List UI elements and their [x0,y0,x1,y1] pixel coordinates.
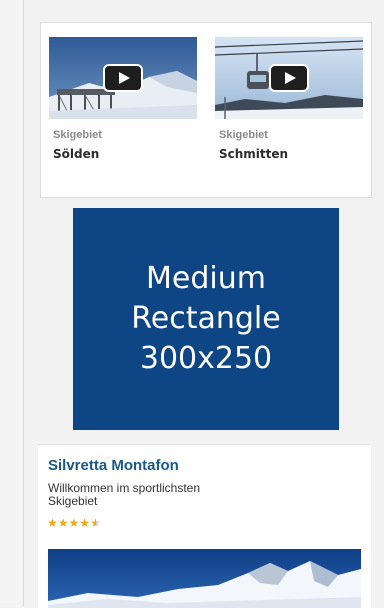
video-item-schmitten[interactable]: Skigebiet Schmitten [215,37,363,161]
ad-text-line: 300x250 [139,341,273,376]
resort-title[interactable]: Silvretta Montafon [48,457,179,474]
play-icon[interactable] [103,64,143,92]
video-item-soelden[interactable]: Skigebiet Sölden [49,37,197,161]
video-thumbnail[interactable] [49,37,197,119]
ad-medium-rectangle[interactable]: Medium Rectangle 300x250 [73,208,339,430]
left-margin [0,0,22,607]
video-category: Skigebiet [53,129,102,141]
star-icon: ★ [79,516,91,530]
star-icon: ★ [68,516,80,530]
video-title[interactable]: Schmitten [219,147,363,161]
video-card: Skigebiet Sölden Skigebiet Schmitten [40,22,372,198]
star-icon: ★ [47,516,58,530]
video-category: Skigebiet [219,129,268,141]
ad-text-line: Rectangle [131,301,281,336]
resort-listing[interactable]: Silvretta Montafon Willkommen im sportli… [38,444,371,608]
video-thumbnail[interactable] [215,37,363,119]
star-icon: ★ [57,516,69,530]
ad-text-line: Medium [146,261,266,296]
resort-description: Willkommen im sportlichsten Skigebiet [48,481,201,508]
play-icon[interactable] [269,64,309,92]
resort-photo[interactable] [48,549,361,608]
video-title[interactable]: Sölden [53,147,197,161]
half-star-icon: ★ [90,516,101,530]
star-rating: ★ ★ ★ ★ ★ [47,516,101,530]
